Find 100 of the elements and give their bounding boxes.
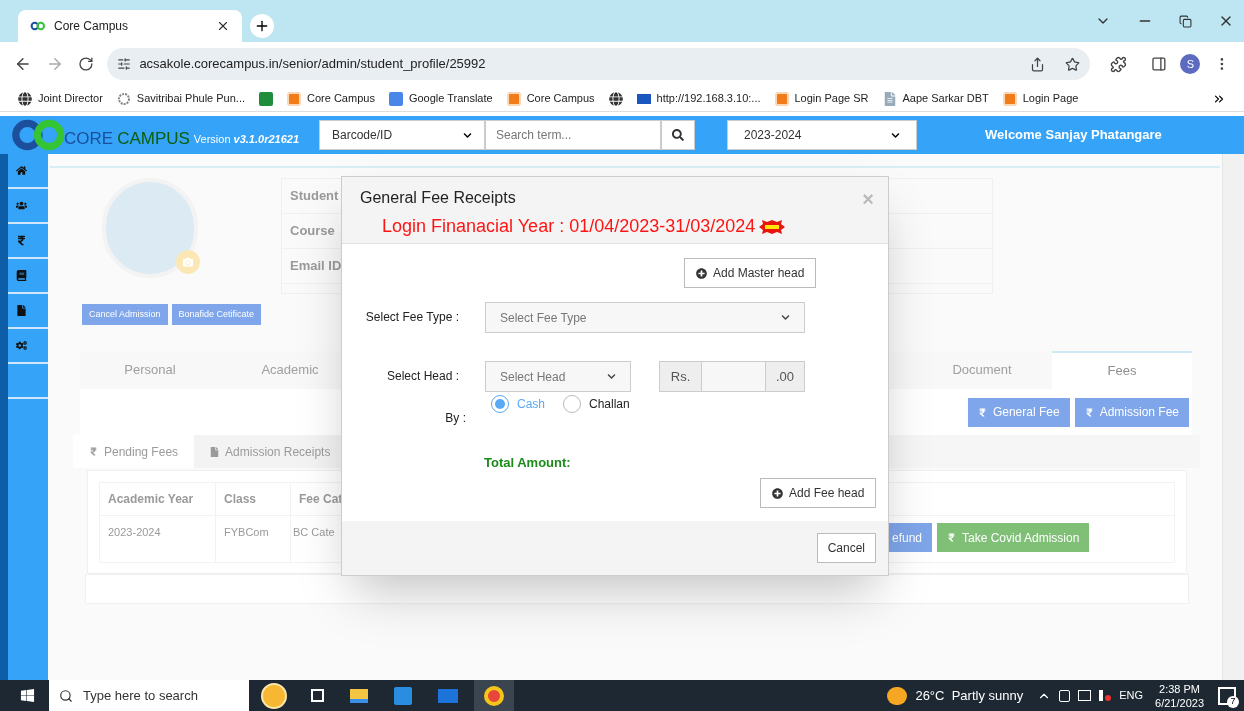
address-bar[interactable]: acsakole.corecampus.in/senior/admin/student_profile/25992 <box>107 48 1090 80</box>
camera-icon <box>183 257 193 267</box>
search-icon <box>59 688 73 703</box>
bookmark-link[interactable]: Google Translate <box>408 90 493 107</box>
weather-text: 26°C Partly sunny <box>915 686 1024 705</box>
head-select[interactable]: Select Head <box>485 361 631 392</box>
file-icon <box>210 446 220 457</box>
fee-type-select[interactable]: Select Fee Type <box>485 302 805 333</box>
weather-icon <box>887 686 908 705</box>
emblem-icon <box>116 91 131 106</box>
tray-icon[interactable] <box>1059 689 1071 702</box>
gears-icon <box>16 340 27 351</box>
browser-taskbar-button[interactable] <box>474 680 514 711</box>
brand-core: CORE <box>64 128 114 151</box>
dsm-icon <box>636 93 651 104</box>
store-icon[interactable] <box>394 686 412 705</box>
rupee-icon <box>1084 407 1094 417</box>
file-explorer-icon[interactable] <box>350 688 368 703</box>
network-icon[interactable] <box>1078 690 1092 701</box>
bookmark-link[interactable]: Login Page SR <box>794 90 869 107</box>
table-cell-text: BC Cate <box>293 525 336 540</box>
version-number: v3.1.0r21621 <box>233 131 299 147</box>
year-select[interactable]: 2023-2024 <box>727 120 917 150</box>
restore-icon[interactable] <box>1179 14 1192 28</box>
chevron-down-icon <box>891 130 900 140</box>
close-icon[interactable] <box>216 19 230 33</box>
rupee-icon <box>977 407 987 417</box>
star-icon[interactable] <box>1064 56 1080 72</box>
bookmark-link[interactable]: Core Campus <box>307 90 375 107</box>
dialog-subtitle: Login Finanacial Year : 01/04/2023-31/03/2024 <box>382 215 756 238</box>
version-label: Version <box>193 131 231 147</box>
home-icon <box>16 165 27 176</box>
start-icon[interactable] <box>20 688 35 703</box>
new-tab-button[interactable] <box>250 14 274 38</box>
url-text: acsakole.corecampus.in/senior/admin/student_profile/25992 <box>139 55 487 74</box>
users-icon <box>16 200 27 211</box>
bookmark-link[interactable]: Core Campus <box>526 90 595 107</box>
rupee-icon <box>16 235 27 246</box>
share-icon[interactable] <box>1029 56 1045 72</box>
search-field[interactable]: Search term... <box>485 120 661 150</box>
logo-icon <box>1002 91 1017 106</box>
site-settings-icon[interactable] <box>117 57 132 71</box>
bookmark-link[interactable]: Joint Director <box>38 90 103 107</box>
new-badge-icon <box>759 219 786 234</box>
search-icon <box>672 129 684 141</box>
cancel-button[interactable]: Cancel <box>816 533 876 563</box>
total-amount-label: Total Amount: <box>484 454 571 472</box>
add-master-head-button[interactable]: Add Master head <box>684 258 817 288</box>
book-icon <box>16 270 27 281</box>
by-label: By : <box>445 410 466 427</box>
taskbar-search-field[interactable]: Type here to search <box>49 680 249 711</box>
file-icon <box>16 305 27 316</box>
bookmark-link[interactable]: Savitribai Phule Pun... <box>136 90 246 107</box>
search-type-select[interactable]: Barcode/ID <box>319 120 485 150</box>
scrollbar[interactable] <box>1222 154 1244 680</box>
logo-icon <box>774 91 789 106</box>
bookmark-link[interactable]: http://192.168.3.10:... <box>656 90 761 107</box>
column-header: Academic Year <box>99 482 216 516</box>
sun-icon <box>261 682 287 709</box>
chevron-down-icon <box>781 313 790 322</box>
clock[interactable]: 2:38 PM 6/21/2023 <box>1155 681 1204 710</box>
chevron-down-icon <box>463 130 472 140</box>
rupee-icon <box>947 533 956 542</box>
plus-icon <box>254 18 270 34</box>
browser-tab[interactable]: Core Campus <box>18 10 242 42</box>
chevron-down-icon <box>607 372 616 381</box>
bookmark-link[interactable]: Aape Sarkar DBT <box>902 90 989 107</box>
document-icon <box>882 91 897 106</box>
table-cell: 2023-2024 <box>99 515 216 563</box>
mail-icon[interactable] <box>438 688 458 703</box>
notification-button[interactable]: 7 <box>1218 686 1236 705</box>
fee-type-label: Select Fee Type : <box>365 309 459 326</box>
table-cell: FYBCom <box>215 515 291 563</box>
back-icon[interactable] <box>14 55 32 73</box>
currency-addon: Rs. <box>659 361 702 392</box>
globe-icon <box>18 91 32 106</box>
language-indicator[interactable]: ENG <box>1119 687 1144 704</box>
column-header: Class <box>215 482 291 516</box>
bookmark-link[interactable]: Login Page <box>1022 90 1079 107</box>
tab-title: Core Campus <box>54 18 130 35</box>
brand-campus: CAMPUS <box>117 128 190 151</box>
decimal-addon: .00 <box>765 361 805 392</box>
info-label: Email ID <box>290 257 342 276</box>
task-view-icon[interactable] <box>311 689 324 702</box>
globe-icon <box>608 91 623 106</box>
info-label: Student <box>290 187 339 206</box>
dialog-title: General Fee Receipts <box>360 188 516 208</box>
side-panel-icon[interactable] <box>1150 56 1167 72</box>
amount-field[interactable] <box>702 361 765 392</box>
payment-radio[interactable]: Challan <box>563 395 630 413</box>
reload-icon[interactable] <box>77 56 94 72</box>
logo-icon <box>30 20 46 32</box>
extensions-icon[interactable] <box>1109 55 1127 73</box>
add-fee-head-button[interactable]: Add Fee head <box>760 478 877 508</box>
volume-muted-icon[interactable] <box>1099 690 1112 701</box>
logo-icon <box>506 91 521 106</box>
welcome-text: Welcome Sanjay Phatangare <box>985 126 1162 145</box>
search-button[interactable] <box>661 120 695 150</box>
info-label: Course <box>290 222 335 241</box>
profile-avatar[interactable]: S <box>1180 54 1201 74</box>
